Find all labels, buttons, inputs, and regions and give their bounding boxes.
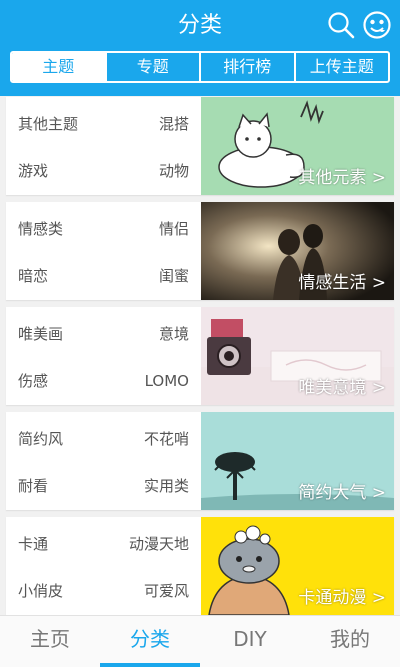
smile-face-icon[interactable] (362, 10, 392, 40)
nav-mine-label: 我的 (330, 627, 370, 651)
tag-emotion[interactable]: 情感类 (18, 219, 63, 239)
category-thumb-emotion[interactable]: 情感生活 > (201, 202, 394, 300)
tag-games[interactable]: 游戏 (18, 161, 48, 181)
tab-theme[interactable]: 主题 (12, 53, 105, 81)
tag-other-theme[interactable]: 其他主题 (18, 114, 78, 134)
tag-anime-world[interactable]: 动漫天地 (129, 534, 189, 554)
category-tabs: 主题 专题 排行榜 上传主题 (10, 51, 390, 83)
tag-minimal-style[interactable]: 简约风 (18, 429, 63, 449)
category-thumb-cartoon[interactable]: 卡通动漫 > (201, 517, 394, 615)
category-thumb-minimal[interactable]: 简约大气 > (201, 412, 394, 510)
tag-playful[interactable]: 小俏皮 (18, 581, 63, 601)
active-tab-indicator (100, 663, 200, 667)
category-card-emotion: 情感类 情侣 暗恋 闺蜜 情感生活 > (6, 202, 394, 300)
nav-diy[interactable]: DIY (200, 616, 300, 667)
tab-ranking[interactable]: 排行榜 (199, 53, 294, 81)
bottom-navigation: 主页 分类 DIY 我的 (0, 615, 400, 667)
search-icon[interactable] (326, 10, 356, 40)
tag-best-friends[interactable]: 闺蜜 (159, 266, 189, 286)
category-list: 其他主题 混搭 游戏 动物 其他元素 > 情感类 情侣 暗恋 闺蜜 情感生活 >… (0, 96, 400, 615)
category-label-cartoon: 卡通动漫 > (298, 588, 386, 608)
tag-animals[interactable]: 动物 (159, 161, 189, 181)
tag-not-flashy[interactable]: 不花哨 (144, 429, 189, 449)
category-card-other: 其他主题 混搭 游戏 动物 其他元素 > (6, 97, 394, 195)
category-label-other: 其他元素 > (298, 168, 386, 188)
category-label-minimal: 简约大气 > (298, 483, 386, 503)
tag-durable-look[interactable]: 耐看 (18, 476, 48, 496)
category-card-cartoon: 卡通 动漫天地 小俏皮 可爱风 卡通动漫 > (6, 517, 394, 615)
nav-diy-label: DIY (233, 627, 267, 651)
tag-cartoon[interactable]: 卡通 (18, 534, 48, 554)
category-card-minimal: 简约风 不花哨 耐看 实用类 简约大气 > (6, 412, 394, 510)
nav-mine[interactable]: 我的 (300, 616, 400, 667)
category-card-aesthetic: 唯美画 意境 伤感 LOMO 唯美意境 > (6, 307, 394, 405)
tag-couple[interactable]: 情侣 (159, 219, 189, 239)
nav-category[interactable]: 分类 (100, 616, 200, 667)
app-header: 分类 主题 专题 排行榜 上传主题 (0, 0, 400, 96)
nav-category-label: 分类 (130, 627, 170, 651)
tag-cute-style[interactable]: 可爱风 (144, 581, 189, 601)
category-label-emotion: 情感生活 > (298, 273, 386, 293)
tab-upload-theme[interactable]: 上传主题 (293, 53, 389, 81)
tag-practical[interactable]: 实用类 (144, 476, 189, 496)
tag-mashup[interactable]: 混搭 (159, 114, 189, 134)
category-label-aesthetic: 唯美意境 > (298, 378, 386, 398)
nav-home-label: 主页 (30, 627, 70, 651)
tag-beautiful-picture[interactable]: 唯美画 (18, 324, 63, 344)
category-thumb-aesthetic[interactable]: 唯美意境 > (201, 307, 394, 405)
tab-topic[interactable]: 专题 (104, 53, 200, 81)
category-thumb-other[interactable]: 其他元素 > (201, 97, 394, 195)
nav-home[interactable]: 主页 (0, 616, 100, 667)
tag-secret-love[interactable]: 暗恋 (18, 266, 48, 286)
tag-sad[interactable]: 伤感 (18, 371, 48, 391)
tag-lomo[interactable]: LOMO (145, 371, 189, 391)
tag-mood[interactable]: 意境 (159, 324, 189, 344)
